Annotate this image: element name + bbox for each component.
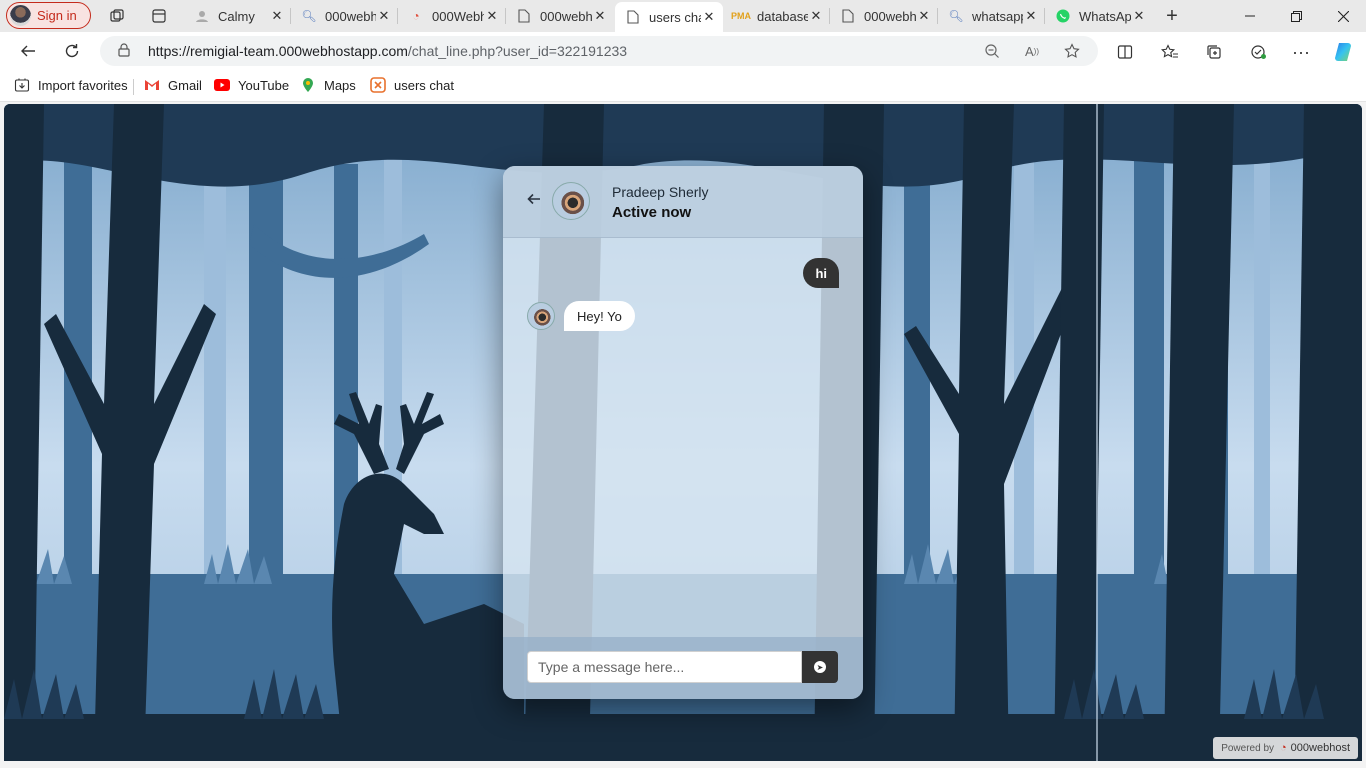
send-button[interactable]: ➤ [802,651,838,683]
avatar [10,5,31,26]
favorites-bar: Import favorites Gmail YouTube Maps user… [0,70,1366,102]
favorite-import[interactable]: Import favorites [14,77,128,93]
back-arrow-icon[interactable] [525,190,543,208]
close-icon[interactable]: ✕ [1023,8,1039,24]
tab-000webhost-doc-2[interactable]: 000webhost ✕ [830,0,938,32]
restore-button[interactable] [1273,0,1319,32]
document-icon [516,8,532,24]
tab-title: 000webhost [864,8,916,24]
minimize-button[interactable] [1227,0,1273,32]
collections-icon[interactable] [1203,41,1225,63]
chat-header: Pradeep Sherly Active now [503,166,863,238]
favorite-gmail[interactable]: Gmail [144,77,202,93]
profile-label: Sign in [37,8,77,23]
tab-title: 000Webhost [432,8,484,24]
incoming-avatar [527,302,555,330]
search-icon: 🔍︎ [301,9,317,23]
import-icon [14,77,30,93]
favorite-maps[interactable]: Maps [300,77,356,93]
page-content: Pradeep Sherly Active now hi Hey! Yo ➤ P… [4,104,1362,761]
000webhost-logo-icon: ◔ [1280,742,1287,754]
contact-status: Active now [612,204,692,221]
person-icon [194,8,210,24]
tab-actions-icon[interactable] [149,6,169,26]
new-tab-icon[interactable]: + [1162,5,1182,27]
browser-essentials-icon[interactable] [1247,41,1269,63]
close-icon[interactable]: ✕ [484,8,500,24]
document-icon [840,8,856,24]
favorite-users-chat[interactable]: users chat [370,77,454,93]
tab-title: database [757,8,808,24]
contact-avatar [552,182,590,220]
tab-title: Calmy [218,8,255,24]
youtube-icon [214,77,230,93]
powered-by-badge[interactable]: Powered by ◔ 000webhost [1213,737,1358,759]
search-icon: 🔍︎ [948,9,964,23]
copilot-icon[interactable] [1332,41,1354,63]
favorite-youtube[interactable]: YouTube [214,77,289,93]
back-button[interactable] [14,38,42,64]
tab-title: 000webhost [325,8,376,24]
close-icon[interactable]: ✕ [269,8,285,24]
phpmyadmin-icon: PMA [731,11,751,21]
close-icon[interactable]: ✕ [808,8,824,24]
close-icon[interactable]: ✕ [916,8,932,24]
maps-icon [300,77,316,93]
tab-title: users chat [649,9,701,25]
outgoing-message: hi [803,258,839,288]
tab-title: whatsapp [972,8,1023,24]
000webhost-logo-icon: ◔ [412,9,420,23]
tab-000webhost-doc[interactable]: 000webhost ✕ [506,0,614,32]
favorites-icon[interactable] [1159,41,1181,63]
tab-search-000webhost[interactable]: 🔍︎ 000webhost ✕ [291,0,398,32]
favorite-star-icon[interactable] [1062,41,1082,61]
tab-title: 000webhost [540,8,592,24]
tab-strip: Sign in Calmy ✕ 🔍︎ 000webhost ✕ ◔ 000Web… [0,0,1366,32]
incoming-message: Hey! Yo [564,301,635,331]
chat-window: Pradeep Sherly Active now hi Hey! Yo ➤ [503,166,863,699]
refresh-button[interactable] [58,38,86,64]
lock-icon [118,43,132,57]
tab-search-whatsapp[interactable]: 🔍︎ whatsapp ✕ [938,0,1045,32]
send-icon: ➤ [814,661,826,673]
tab-database[interactable]: PMA database ✕ [723,0,830,32]
read-aloud-icon[interactable]: A)) [1022,41,1042,61]
close-icon[interactable]: ✕ [1131,8,1147,24]
more-icon[interactable]: ··· [1290,41,1312,63]
close-window-button[interactable] [1320,0,1366,32]
close-icon[interactable]: ✕ [376,8,392,24]
profile-button[interactable]: Sign in [6,2,91,29]
url-text: https://remigial-team.000webhostapp.com/… [148,43,628,59]
tab-whatsapp[interactable]: WhatsApp ✕ [1045,0,1153,32]
document-icon [625,9,641,25]
tab-users-chat[interactable]: users chat ✕ [615,2,723,32]
zoom-out-icon[interactable] [982,41,1002,61]
url-field[interactable]: https://remigial-team.000webhostapp.com/… [100,36,1098,66]
contact-name: Pradeep Sherly [612,184,709,200]
gmail-icon [144,77,160,93]
whatsapp-icon [1055,8,1071,24]
tab-title: WhatsApp [1079,8,1131,24]
address-bar-row: https://remigial-team.000webhostapp.com/… [0,32,1366,70]
split-screen-icon[interactable] [1114,41,1136,63]
workspaces-icon[interactable] [107,6,127,26]
000webhost-logo-icon [370,77,386,93]
close-icon[interactable]: ✕ [592,8,608,24]
message-input[interactable] [527,651,802,683]
tab-000webhost[interactable]: ◔ 000Webhost ✕ [398,0,506,32]
close-icon[interactable]: ✕ [701,9,717,25]
message-composer: ➤ [503,637,863,699]
tab-calmy[interactable]: Calmy ✕ [184,0,291,32]
